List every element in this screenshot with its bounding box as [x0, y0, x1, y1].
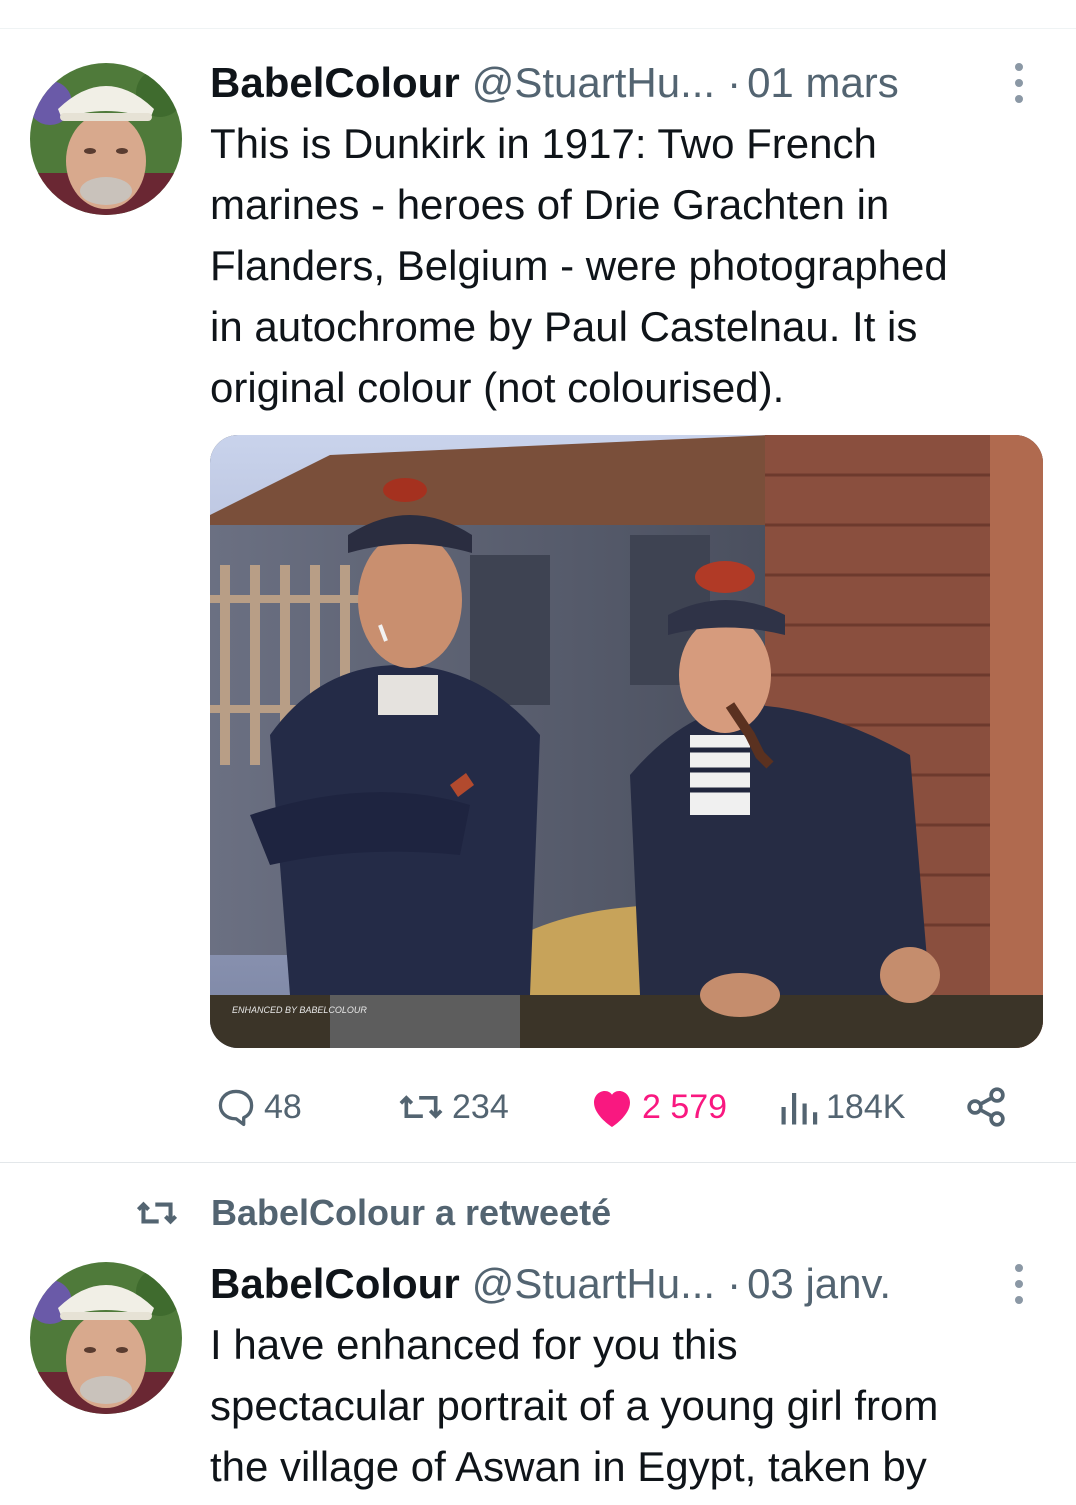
more-icon[interactable]: [1004, 1264, 1034, 1304]
text-line: spectacular portrait of a young girl fro…: [210, 1382, 939, 1429]
timestamp[interactable]: 03 janv.: [747, 1259, 891, 1309]
avatar[interactable]: [30, 1262, 182, 1414]
text-line: I have enhanced for you this: [210, 1321, 738, 1368]
avatar-image: [30, 1262, 182, 1414]
author-handle[interactable]: @StuartHu...: [472, 1259, 715, 1309]
separator: ·: [727, 1260, 742, 1307]
tweet-2[interactable]: BabelColour @StuartHu... · 03 janv. I ha…: [0, 0, 1076, 1505]
tweet-header: BabelColour @StuartHu... · 03 janv.: [210, 1259, 891, 1309]
author-name[interactable]: BabelColour: [210, 1259, 460, 1309]
text-line: the village of Aswan in Egypt, taken by: [210, 1443, 927, 1490]
tweet-text: I have enhanced for you this spectacular…: [210, 1314, 1050, 1497]
